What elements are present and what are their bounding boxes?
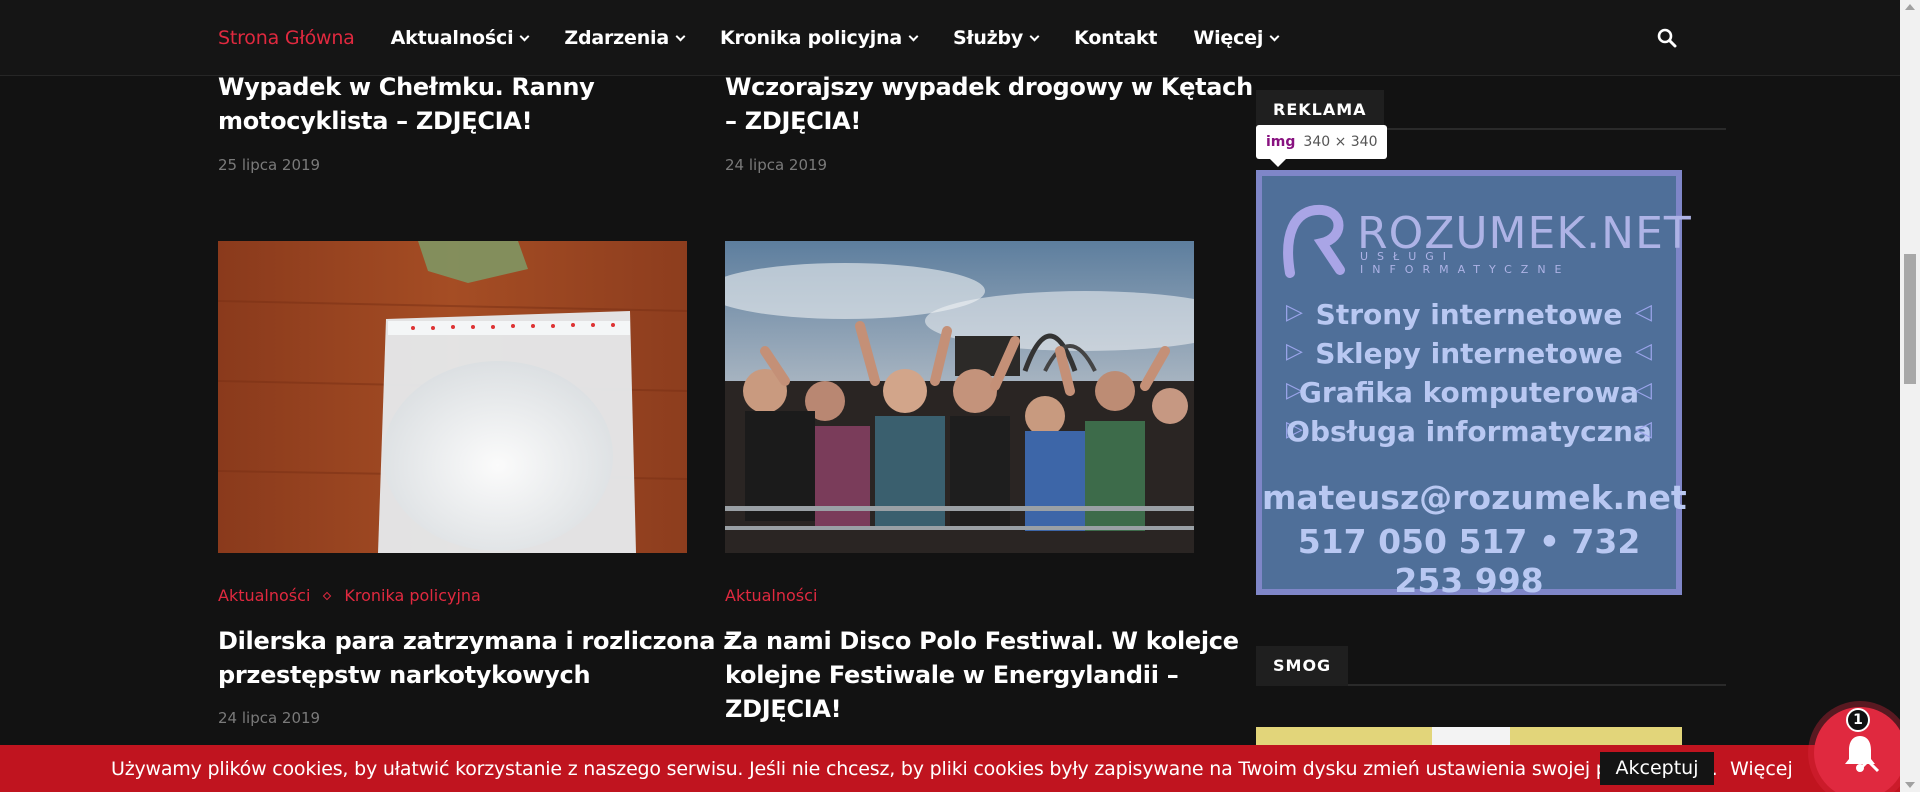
triangle-left-icon: ◁ (1635, 417, 1652, 442)
notification-count-badge: 1 (1846, 708, 1870, 732)
ad-email: mateusz@rozumek.net (1262, 478, 1687, 517)
ad-service: Grafika komputerowa (1298, 376, 1640, 409)
separator-diamond-icon (323, 591, 332, 600)
category-link[interactable]: Aktualności (725, 586, 817, 605)
main-menu: Strona Główna Aktualności Zdarzenia Kron… (218, 0, 1314, 76)
post-title[interactable]: Dilerska para zatrzymana i rozliczona z … (218, 624, 737, 692)
rozumek-logo-icon (1283, 204, 1345, 278)
ad-content: ROZUMEK.NET USŁUGI INFORMATYCZNE ▷ Stron… (1262, 176, 1691, 600)
post-date: 24 lipca 2019 (218, 709, 321, 727)
category-link[interactable]: Aktualności (218, 586, 310, 605)
cookie-more-link[interactable]: Więcej (1730, 758, 1793, 780)
advertisement-banner[interactable]: ROZUMEK.NET USŁUGI INFORMATYCZNE ▷ Stron… (1256, 170, 1691, 600)
nav-item-kronika-policyjna[interactable]: Kronika policyjna (720, 27, 919, 49)
triangle-left-icon: ◁ (1635, 300, 1652, 325)
chevron-down-icon (1269, 31, 1280, 41)
nav-item-strona-glowna[interactable]: Strona Główna (218, 27, 355, 49)
post-thumbnail-festival[interactable] (725, 241, 1194, 553)
scrollbar-thumb[interactable] (1904, 254, 1916, 384)
post-title[interactable]: Wczorajszy wypadek drogowy w Kętach – ZD… (725, 70, 1253, 138)
nav-item-kontakt[interactable]: Kontakt (1074, 27, 1157, 49)
post-date: 24 lipca 2019 (725, 156, 828, 174)
page-scrollbar[interactable] (1900, 0, 1920, 792)
chevron-down-icon (1029, 31, 1040, 41)
scroll-up-arrow-icon[interactable] (1905, 4, 1915, 10)
widget-header-reklama: REKLAMA (1256, 90, 1726, 130)
widget-header-smog: SMOG (1256, 646, 1726, 686)
ad-service: Strony internetowe (1315, 298, 1623, 331)
chevron-down-icon (675, 31, 686, 41)
ad-tagline: USŁUGI INFORMATYCZNE (1360, 250, 1571, 276)
ad-phones: 517 050 517 • 732 253 998 (1297, 522, 1641, 600)
ad-service: Sklepy internetowe (1315, 337, 1623, 370)
scroll-down-arrow-icon[interactable] (1905, 782, 1915, 788)
post-categories: Aktualności Kronika policyjna (218, 586, 481, 605)
cookie-message: Używamy plików cookies, by ułatwić korzy… (111, 758, 1718, 780)
widget-title: SMOG (1256, 646, 1349, 686)
devtools-element-tooltip: img 340 × 340 (1256, 125, 1387, 159)
nav-item-aktualnosci[interactable]: Aktualności (391, 27, 530, 49)
triangle-left-icon: ◁ (1635, 378, 1652, 403)
post-date: 25 lipca 2019 (218, 156, 321, 174)
ad-service: Obsługa informatyczna (1286, 415, 1652, 448)
triangle-left-icon: ◁ (1635, 339, 1652, 364)
post-title[interactable]: Wypadek w Chełmku. Ranny motocyklista – … (218, 70, 595, 138)
tooltip-arrow (1270, 159, 1286, 167)
category-link[interactable]: Kronika policyjna (344, 586, 480, 605)
cookie-accept-button[interactable]: Akceptuj (1600, 752, 1714, 785)
cookie-consent-bar: Używamy plików cookies, by ułatwić korzy… (0, 745, 1900, 792)
chevron-down-icon (519, 31, 530, 41)
smog-widget-image[interactable] (1256, 727, 1682, 747)
nav-item-zdarzenia[interactable]: Zdarzenia (564, 27, 686, 49)
chevron-down-icon (908, 31, 919, 41)
post-categories: Aktualności (725, 586, 817, 605)
top-navigation-bar: Strona Główna Aktualności Zdarzenia Kron… (0, 0, 1900, 76)
nav-item-wiecej[interactable]: Więcej (1193, 27, 1280, 49)
nav-item-sluzby[interactable]: Służby (953, 27, 1040, 49)
post-thumbnail-drugs[interactable] (218, 241, 687, 553)
post-title[interactable]: Za nami Disco Polo Festiwal. W kolejce k… (725, 624, 1239, 726)
scroll-to-top-icon[interactable] (1848, 746, 1888, 786)
search-icon[interactable] (1657, 28, 1677, 48)
widget-title: REKLAMA (1256, 90, 1384, 130)
